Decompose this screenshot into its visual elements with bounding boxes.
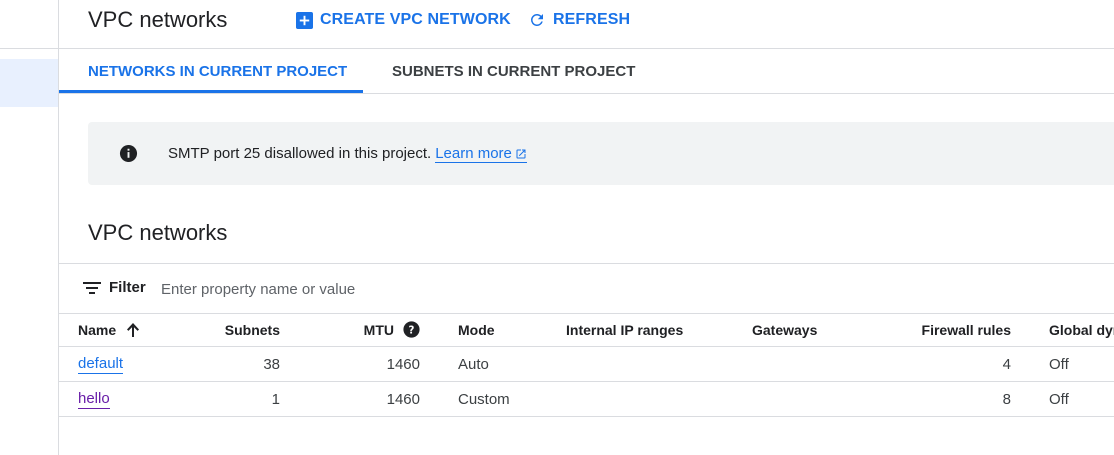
arrow-upward-icon[interactable] <box>126 322 140 338</box>
table-header-row: Name Subnets MTU ? Mode Internal IP rang… <box>59 313 1114 347</box>
mtu-cell: 1460 <box>386 390 420 408</box>
column-header-gateways[interactable]: Gateways <box>752 313 817 346</box>
left-nav-rail <box>0 0 59 455</box>
help-circle-icon[interactable]: ? <box>403 321 420 338</box>
tab-networks-in-current-project[interactable]: NETWORKS IN CURRENT PROJECT <box>88 49 347 93</box>
smtp-info-banner: SMTP port 25 disallowed in this project.… <box>88 122 1114 185</box>
network-link-default[interactable]: default <box>78 355 124 374</box>
add-box-icon <box>296 11 313 29</box>
filter-label: Filter <box>109 279 146 296</box>
firewall-rules-cell: 8 <box>1002 390 1011 408</box>
subnets-cell: 1 <box>271 390 280 408</box>
rail-divider <box>0 48 58 49</box>
column-header-global-dynamic-routing[interactable]: Global dyn <box>1049 313 1114 346</box>
filter-bar: Filter <box>59 263 1114 314</box>
column-header-name-label: Name <box>78 321 117 338</box>
mode-cell: Custom <box>458 390 510 408</box>
refresh-icon <box>530 13 543 26</box>
mode-cell: Auto <box>458 355 489 373</box>
tab-subnets-in-current-project[interactable]: SUBNETS IN CURRENT PROJECT <box>392 49 635 93</box>
open-in-new-icon <box>516 149 526 158</box>
table-row: hello 1 1460 Custom 8 Off <box>59 382 1114 417</box>
learn-more-label: Learn more <box>435 145 512 162</box>
subnets-cell: 38 <box>263 355 280 373</box>
page-header: VPC networks CREATE VPC NETWORK REFRESH <box>59 0 1114 49</box>
filter-input[interactable] <box>159 275 663 303</box>
filter-list-icon <box>83 282 101 294</box>
main-content: VPC networks CREATE VPC NETWORK REFRESH … <box>59 0 1114 455</box>
create-vpc-network-label: CREATE VPC NETWORK <box>320 11 511 28</box>
mtu-cell: 1460 <box>386 355 420 373</box>
column-header-mtu[interactable]: MTU ? <box>364 313 420 346</box>
vpc-networks-table: Name Subnets MTU ? Mode Internal IP rang… <box>59 313 1114 417</box>
network-name-cell: hello <box>78 382 110 416</box>
create-vpc-network-button[interactable]: CREATE VPC NETWORK <box>296 10 511 30</box>
column-header-mtu-label: MTU <box>363 321 394 338</box>
learn-more-link[interactable]: Learn more <box>435 145 527 163</box>
column-header-internal-ip-ranges[interactable]: Internal IP ranges <box>566 313 683 346</box>
firewall-rules-cell: 4 <box>1002 355 1011 373</box>
column-header-mode[interactable]: Mode <box>458 313 495 346</box>
svg-text:?: ? <box>409 325 415 336</box>
page-title: VPC networks <box>88 7 228 32</box>
refresh-button[interactable]: REFRESH <box>528 10 630 30</box>
tab-bar: NETWORKS IN CURRENT PROJECT SUBNETS IN C… <box>59 49 1114 94</box>
active-tab-indicator <box>59 90 363 93</box>
table-row: default 38 1460 Auto 4 Off <box>59 347 1114 382</box>
column-header-firewall-rules[interactable]: Firewall rules <box>922 313 1011 346</box>
nav-item-selected[interactable] <box>0 59 58 107</box>
column-header-name[interactable]: Name <box>78 313 140 346</box>
refresh-label: REFRESH <box>553 11 631 28</box>
section-title: VPC networks <box>88 220 228 245</box>
info-icon <box>119 144 138 163</box>
banner-message: SMTP port 25 disallowed in this project.… <box>168 145 527 163</box>
column-header-subnets[interactable]: Subnets <box>225 313 280 346</box>
global-dynamic-routing-cell: Off <box>1049 390 1069 408</box>
banner-text: SMTP port 25 disallowed in this project. <box>168 145 432 162</box>
network-link-hello[interactable]: hello <box>78 390 110 409</box>
global-dynamic-routing-cell: Off <box>1049 355 1069 373</box>
network-name-cell: default <box>78 347 124 381</box>
